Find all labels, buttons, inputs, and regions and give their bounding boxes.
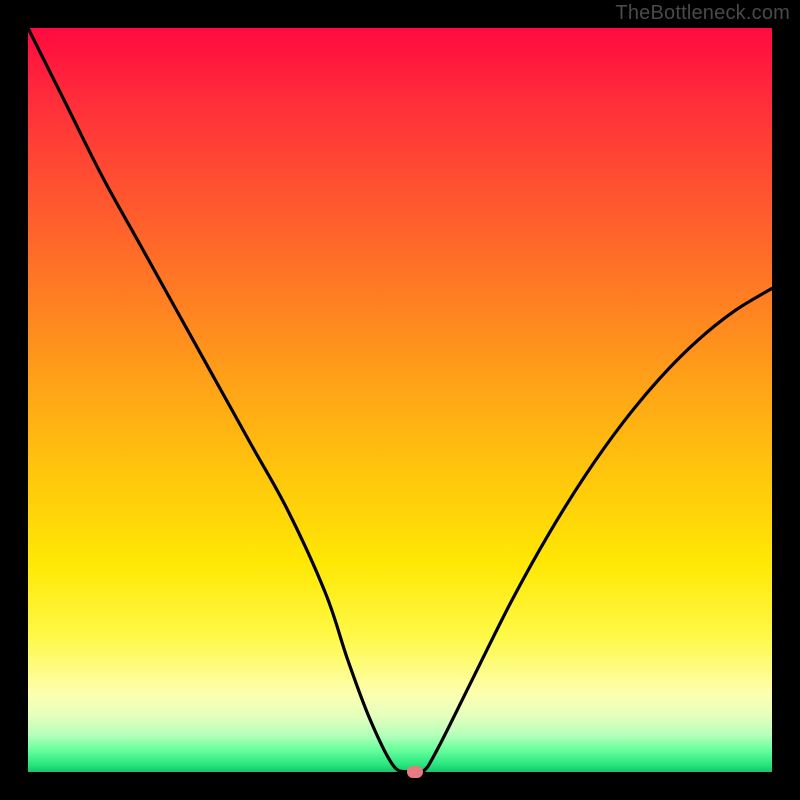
bottleneck-curve-svg [28, 28, 772, 772]
watermark-text: TheBottleneck.com [615, 2, 790, 25]
bottleneck-min-marker [407, 766, 423, 778]
chart-frame: TheBottleneck.com [0, 0, 800, 800]
bottleneck-curve-path [28, 28, 772, 772]
